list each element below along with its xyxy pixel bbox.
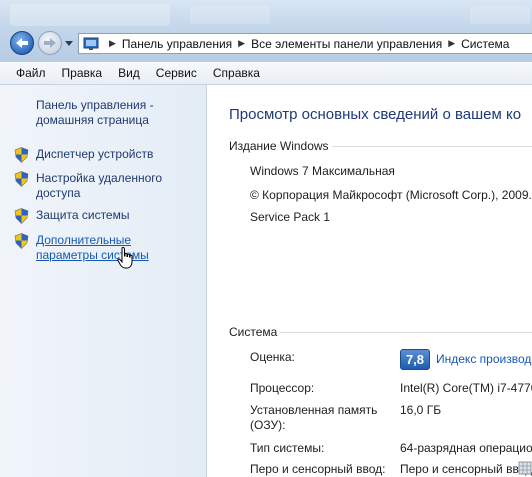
pen-touch-value: Перо и сенсорный ввод — [400, 462, 532, 476]
window-titlebar: ▶ Панель управления ▶ Все элементы панел… — [0, 0, 532, 63]
menu-view[interactable]: Вид — [110, 66, 148, 80]
wei-score-badge[interactable]: 7,8 — [400, 349, 430, 370]
forward-button[interactable] — [38, 31, 62, 55]
breadcrumb-separator-icon: ▶ — [448, 38, 456, 48]
sidebar-item-device-manager[interactable]: Диспетчер устройств — [14, 147, 196, 163]
copyright-text: © Корпорация Майкрософт (Microsoft Corp.… — [250, 188, 532, 202]
memory-label: Установленная память (ОЗУ): — [250, 403, 378, 432]
shield-icon — [14, 208, 29, 224]
breadcrumb-all-items[interactable]: Все элементы панели управления — [251, 37, 442, 51]
section-divider — [332, 146, 532, 147]
breadcrumb-system[interactable]: Система — [461, 37, 509, 51]
shield-icon — [14, 233, 29, 249]
back-button[interactable] — [10, 31, 34, 55]
blurred-title-area — [470, 6, 530, 24]
breadcrumb-separator-icon: ▶ — [109, 38, 116, 48]
shield-icon — [14, 147, 29, 163]
sidebar-item-label: Диспетчер устройств — [36, 147, 154, 161]
blurred-title-area — [10, 4, 170, 26]
pen-touch-label: Перо и сенсорный ввод: — [250, 462, 386, 476]
system-type-label: Тип системы: — [250, 441, 325, 455]
system-section-label: Система — [229, 325, 278, 339]
arrow-right-icon — [44, 38, 56, 48]
blurred-title-area — [190, 6, 270, 24]
sidebar-item-label: Настройка удаленного доступа — [36, 171, 163, 200]
sidebar-item-remote-settings[interactable]: Настройка удаленного доступа — [14, 171, 196, 201]
service-pack: Service Pack 1 — [250, 210, 331, 224]
menu-tools[interactable]: Сервис — [148, 66, 205, 80]
menu-edit[interactable]: Правка — [54, 66, 111, 80]
edition-section-label: Издание Windows — [229, 139, 329, 153]
processor-value: Intel(R) Core(TM) i7-4770 — [400, 381, 532, 395]
page-title: Просмотр основных сведений о вашем ко — [229, 106, 522, 123]
chevron-down-icon — [65, 40, 73, 46]
address-bar[interactable]: ▶ Панель управления ▶ Все элементы панел… — [78, 33, 532, 54]
sidebar-item-system-protection[interactable]: Защита системы — [14, 208, 196, 224]
wei-link[interactable]: Индекс производ — [436, 352, 531, 366]
rating-label: Оценка: — [250, 350, 295, 364]
sidebar-home-link[interactable]: Панель управления - домашняя страница — [36, 98, 196, 128]
menu-help[interactable]: Справка — [205, 66, 268, 80]
sidebar: Панель управления - домашняя страница Ди… — [0, 85, 207, 477]
breadcrumb-control-panel[interactable]: Панель управления — [122, 37, 232, 51]
hand-cursor-icon — [117, 247, 133, 269]
recent-pages-dropdown[interactable] — [64, 38, 74, 48]
windows-edition: Windows 7 Максимальная — [250, 164, 395, 178]
grid-icon — [518, 461, 532, 475]
main-content: Просмотр основных сведений о вашем ко Из… — [207, 85, 532, 477]
section-divider — [280, 332, 532, 333]
control-panel-icon — [83, 37, 99, 50]
sidebar-item-label: Дополнительные параметры системы — [36, 233, 149, 262]
arrow-left-icon — [16, 38, 28, 48]
menu-bar: Файл Правка Вид Сервис Справка — [0, 62, 532, 85]
shield-icon — [14, 171, 29, 187]
processor-label: Процессор: — [250, 381, 315, 395]
breadcrumb-separator-icon: ▶ — [238, 38, 246, 48]
sidebar-item-label: Защита системы — [36, 208, 130, 222]
system-type-value: 64-разрядная операцио — [400, 441, 532, 455]
menu-file[interactable]: Файл — [0, 66, 54, 80]
sidebar-item-advanced-settings[interactable]: Дополнительные параметры системы — [14, 233, 196, 263]
memory-value: 16,0 ГБ — [400, 403, 442, 417]
